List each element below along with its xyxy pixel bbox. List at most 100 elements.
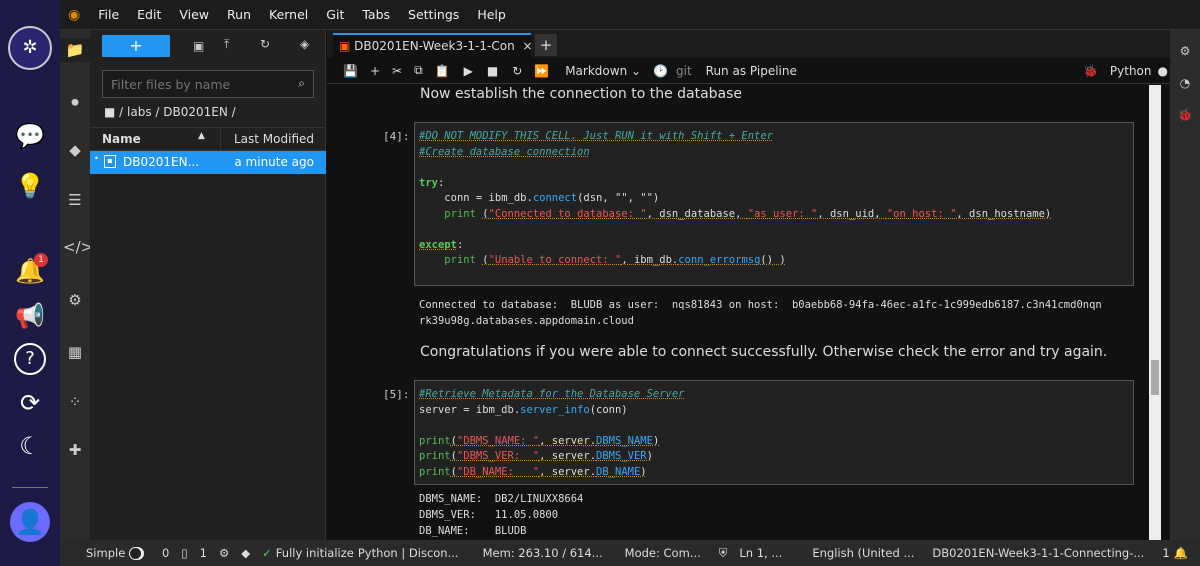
pipeline-icon[interactable]: ⁘ <box>63 390 87 414</box>
help-icon[interactable]: ? <box>14 343 46 375</box>
restart-icon[interactable]: ↻ <box>512 64 522 78</box>
shield-icon[interactable]: ⛨ <box>719 546 728 561</box>
jupyter-logo-icon: ◉ <box>68 6 81 23</box>
kernel-icon: ⚙ <box>218 546 230 560</box>
lightbulb-icon[interactable]: 💡 <box>14 170 46 202</box>
file-row[interactable]: • ▪ DB0201EN... a minute ago <box>90 151 326 174</box>
sync-icon[interactable]: ⟳ <box>14 387 46 419</box>
scrollbar[interactable] <box>1149 85 1161 540</box>
git-status-icon[interactable]: ◆ <box>241 546 250 560</box>
running-icon[interactable]: ⏺ <box>63 90 87 114</box>
code-icon[interactable]: </> <box>63 235 93 259</box>
kernels-count[interactable]: 1 <box>200 546 207 560</box>
menu-git[interactable]: Git <box>326 7 344 22</box>
scrollbar-thumb[interactable] <box>1151 360 1159 395</box>
right-sidebar: ⚙ ◔ 🐞 <box>1170 30 1200 540</box>
breadcrumb: ■ / labs / DB0201EN / <box>104 105 236 119</box>
property-inspector-icon[interactable]: ▦ <box>63 340 87 364</box>
file-name: DB0201EN-Week3-1-1-Connecting-... <box>932 546 1145 560</box>
menu-help[interactable]: Help <box>477 7 506 22</box>
filter-files-field[interactable] <box>103 71 283 98</box>
new-folder-icon[interactable]: ▣ <box>193 39 204 53</box>
debugger-icon[interactable]: 🐞 <box>1083 64 1098 78</box>
menu-edit[interactable]: Edit <box>137 7 161 22</box>
cursor-position[interactable]: Ln 1, ... <box>739 546 782 560</box>
cell-type-select[interactable]: Markdown ⌄ <box>565 64 641 78</box>
tab-title: DB0201EN-Week3-1-1-Con <box>354 39 515 53</box>
language[interactable]: English (United ... <box>812 546 914 560</box>
cell-prompt: [5]: <box>383 388 410 401</box>
save-icon[interactable]: 💾 <box>343 64 358 78</box>
menu-tabs[interactable]: Tabs <box>362 7 390 22</box>
terminal-icon: ▯ <box>181 546 188 560</box>
file-name: DB0201EN... <box>123 155 200 169</box>
copy-icon[interactable]: ⧉ <box>414 63 423 78</box>
chat-icon[interactable]: 💬 <box>14 120 46 152</box>
menu-run[interactable]: Run <box>227 7 251 22</box>
terminals-count[interactable]: 0 <box>162 546 169 560</box>
run-all-icon[interactable]: ⏩ <box>534 64 549 78</box>
kernel-info[interactable]: Python | Discon... <box>358 546 459 560</box>
upload-icon[interactable]: ⤒ <box>224 37 229 52</box>
code-cell[interactable]: #DO NOT MODIFY THIS CELL. Just RUN it wi… <box>414 122 1134 286</box>
kernel-name[interactable]: Python <box>1110 64 1152 78</box>
git-icon[interactable]: ◆ <box>63 138 87 162</box>
notebook-icon: ▪ <box>104 155 116 168</box>
column-name[interactable]: Name <box>102 132 141 146</box>
refresh-icon[interactable]: ↻ <box>260 37 270 51</box>
notebook-content: Now establish the connection to the data… <box>327 85 1152 540</box>
toc-icon[interactable]: ☰ <box>63 188 87 212</box>
notebook-icon: ▣ <box>339 39 355 53</box>
paste-icon[interactable]: 📋 <box>435 64 450 78</box>
new-launcher-button[interactable]: + <box>102 35 170 57</box>
stop-icon[interactable]: ■ <box>487 64 498 78</box>
menu-kernel[interactable]: Kernel <box>269 7 308 22</box>
menu-view[interactable]: View <box>179 7 209 22</box>
markdown-cell: Now establish the connection to the data… <box>420 86 743 102</box>
status-bar: Simple 0 ▯ 1 ⚙ ◆ ✓ Fully initialize Pyth… <box>60 540 1200 566</box>
file-browser: + ▣ ⤒ ↻ ◈ ⌕ ■ / labs / DB0201EN / Name ▲… <box>90 30 326 540</box>
add-tab-button[interactable]: + <box>535 34 557 56</box>
run-pipeline-button[interactable]: Run as Pipeline <box>706 64 797 78</box>
folder-icon[interactable]: 📁 <box>60 38 90 62</box>
kernel-status: Fully initialize <box>275 546 354 560</box>
notebook-tab[interactable]: ▣ DB0201EN-Week3-1-1-Con × <box>333 33 533 58</box>
run-icon[interactable]: ▶ <box>464 64 473 78</box>
kernel-ready-icon: ✓ <box>262 546 272 560</box>
notebook-area: ▣ DB0201EN-Week3-1-1-Con × + 💾 + ✂ ⧉ 📋 ▶… <box>327 30 1200 540</box>
menu-file[interactable]: File <box>98 7 119 22</box>
file-modified: a minute ago <box>234 155 314 169</box>
cut-icon[interactable]: ✂ <box>392 64 402 78</box>
bell-icon[interactable]: 🔔 <box>1174 546 1188 560</box>
dark-mode-icon[interactable]: ☾ <box>14 430 46 462</box>
filter-input[interactable]: ⌕ <box>102 70 314 98</box>
column-last-modified[interactable]: Last Modified <box>234 132 314 146</box>
menu-bar: ◉ File Edit View Run Kernel Git Tabs Set… <box>60 0 1200 30</box>
menu-settings[interactable]: Settings <box>408 7 459 22</box>
file-list-header: Name ▲ Last Modified <box>90 127 326 151</box>
cell-output: DBMS_NAME: DB2/LINUXX8664 DBMS_VER: 11.0… <box>419 493 584 537</box>
insert-cell-icon[interactable]: + <box>370 64 380 78</box>
app-logo-icon[interactable]: ✲ <box>8 26 52 70</box>
notebook-mode: Mode: Com... <box>624 546 701 560</box>
notification-count[interactable]: 1 <box>1162 546 1169 560</box>
megaphone-icon[interactable]: 📢 <box>14 300 46 332</box>
sort-asc-icon: ▲ <box>198 131 205 141</box>
cell-prompt: [4]: <box>383 130 410 143</box>
git-button[interactable]: git <box>676 64 692 78</box>
gauge-icon[interactable]: ◔ <box>1170 76 1200 90</box>
history-icon[interactable]: 🕑 <box>653 64 668 78</box>
simple-mode-toggle[interactable] <box>129 546 144 560</box>
search-icon: ⌕ <box>298 76 305 90</box>
breadcrumb-path[interactable]: / labs / DB0201EN / <box>119 105 236 119</box>
close-tab-icon[interactable]: × <box>523 39 533 53</box>
divider <box>12 487 48 488</box>
user-avatar[interactable]: 👤 <box>10 502 50 542</box>
git-clone-icon[interactable]: ◈ <box>300 37 309 51</box>
property-inspector-icon[interactable]: ⚙ <box>1170 44 1200 58</box>
extension-icon[interactable]: ✚ <box>63 438 87 462</box>
bell-icon[interactable]: 🔔 1 <box>14 253 48 287</box>
debugger-icon[interactable]: 🐞 <box>1170 108 1200 122</box>
code-cell[interactable]: #Retrieve Metadata for the Database Serv… <box>414 380 1134 485</box>
settings-icon[interactable]: ⚙ <box>63 288 87 312</box>
